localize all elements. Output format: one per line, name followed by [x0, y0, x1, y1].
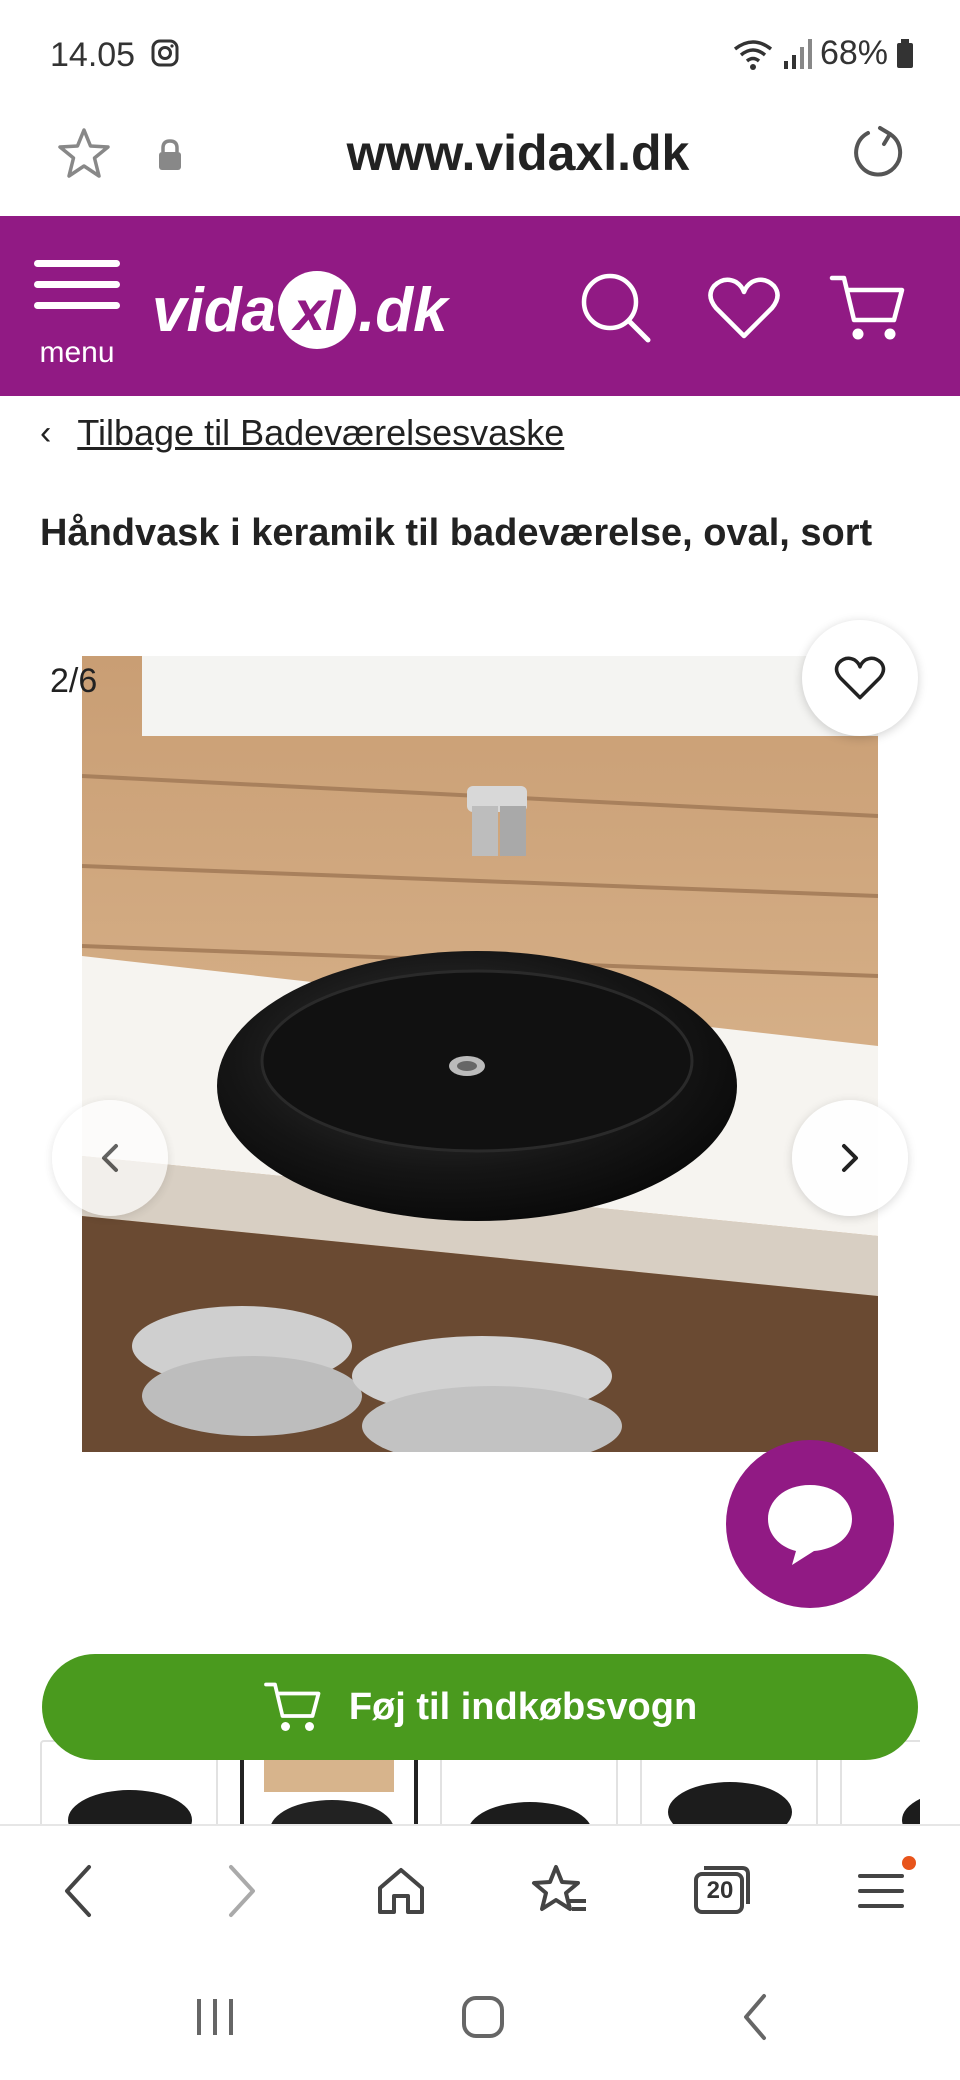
reload-icon[interactable] [850, 124, 906, 180]
recents-icon [197, 1999, 233, 2035]
browser-bookmarks-button[interactable] [524, 1856, 594, 1926]
menu-icon [34, 260, 120, 309]
page: 14.05 68% www.vidaxl.dk menu vida xl .dk… [0, 0, 960, 2080]
breadcrumb[interactable]: ‹ Tilbage til Badeværelsesvaske [40, 412, 564, 454]
cart-icon[interactable] [828, 268, 908, 348]
logo-text-left: vida [152, 275, 277, 345]
browser-menu-button[interactable] [846, 1856, 916, 1926]
chevron-left-icon: ‹ [40, 413, 52, 452]
battery-percent: 68% [819, 34, 888, 72]
signal-icon [783, 38, 812, 69]
image-counter: 2/6 [50, 662, 98, 700]
recents-button[interactable] [180, 1982, 250, 2052]
chat-icon [768, 1485, 852, 1565]
breadcrumb-back-link[interactable]: Tilbage til Badeværelsesvaske [77, 412, 564, 454]
browser-forward-button[interactable] [206, 1856, 276, 1926]
battery-icon [897, 38, 913, 68]
system-nav-bar [0, 1952, 960, 2080]
browser-tabs-button[interactable]: 20 [684, 1856, 754, 1926]
heart-icon[interactable] [704, 268, 784, 348]
chevron-left-icon [65, 1865, 91, 1917]
logo-text-xl: xl [278, 271, 357, 349]
logo-text-right: .dk [358, 275, 448, 345]
site-logo[interactable]: vida xl .dk [152, 260, 448, 360]
browser-back-button[interactable] [44, 1856, 114, 1926]
next-image-button[interactable] [792, 1100, 908, 1216]
status-bar: 14.05 68% [0, 0, 960, 112]
product-image[interactable] [82, 656, 878, 1452]
prev-image-button[interactable] [52, 1100, 168, 1216]
chat-button[interactable] [726, 1440, 894, 1608]
wifi-icon [733, 39, 773, 70]
search-icon[interactable] [576, 268, 656, 348]
home-icon [378, 1868, 424, 1914]
menu-button[interactable]: menu [34, 260, 120, 369]
status-time: 14.05 [50, 36, 136, 74]
add-to-cart-label: Føj til indkøbsvogn [348, 1685, 698, 1728]
heart-icon [834, 656, 886, 700]
hamburger-icon [858, 1874, 904, 1908]
system-home-button[interactable] [448, 1982, 518, 2052]
notification-dot [902, 1856, 916, 1870]
address-bar: www.vidaxl.dk [0, 112, 960, 216]
back-icon [744, 1994, 766, 2040]
product-title: Håndvask i keramik til badeværelse, oval… [40, 512, 873, 554]
wishlist-button[interactable] [802, 620, 918, 736]
home-circle-icon [462, 1996, 504, 2038]
tabs-count: 20 [706, 1877, 734, 1904]
system-back-button[interactable] [720, 1982, 790, 2052]
chevron-left-icon [102, 1144, 118, 1172]
bookmarks-icon [532, 1865, 586, 1911]
product-photo [82, 656, 878, 1452]
cart-icon [263, 1682, 321, 1731]
chevron-right-icon [842, 1144, 858, 1172]
browser-home-button[interactable] [366, 1856, 436, 1926]
add-to-cart-button[interactable]: Føj til indkøbsvogn [42, 1654, 918, 1760]
browser-toolbar: 20 [0, 1824, 960, 1952]
instagram-icon [151, 39, 179, 67]
site-header: menu vida xl .dk [0, 216, 960, 396]
menu-label: menu [39, 336, 115, 369]
product-gallery: 2/6 [0, 620, 960, 1460]
url-text[interactable]: www.vidaxl.dk [0, 124, 960, 182]
chevron-right-icon [229, 1865, 255, 1917]
status-right: 68% [732, 34, 914, 73]
